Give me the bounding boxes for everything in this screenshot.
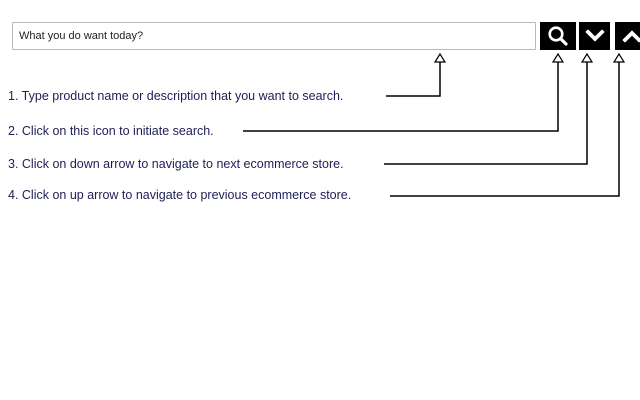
callout-arrowhead-search (551, 52, 565, 63)
instruction-step-4: 4. Click on up arrow to navigate to prev… (8, 188, 352, 202)
callout-arrowhead-up (612, 52, 626, 63)
callout-arrowhead-input (433, 52, 447, 63)
search-button[interactable] (540, 22, 576, 50)
chevron-up-icon (621, 30, 640, 43)
instruction-step-2: 2. Click on this icon to initiate search… (8, 124, 214, 138)
callout-line-up (390, 62, 620, 197)
search-icon (548, 26, 568, 46)
search-input[interactable] (12, 22, 536, 50)
instruction-step-1: 1. Type product name or description that… (8, 89, 344, 103)
callout-arrowhead-down (580, 52, 594, 63)
callout-line-down (384, 62, 588, 165)
chevron-down-icon (584, 29, 605, 42)
search-toolbar (12, 22, 640, 52)
instruction-step-3: 3. Click on down arrow to navigate to ne… (8, 157, 344, 171)
callout-line-input (386, 62, 441, 97)
next-store-button[interactable] (579, 22, 610, 50)
previous-store-button[interactable] (615, 22, 640, 50)
